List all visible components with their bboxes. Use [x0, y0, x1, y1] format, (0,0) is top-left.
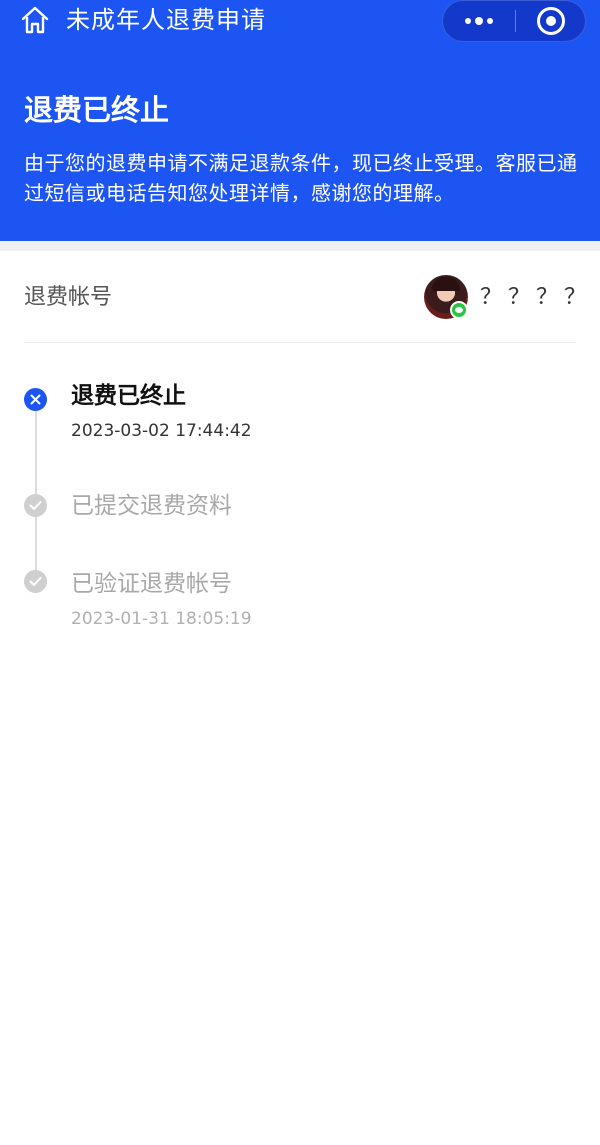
mini-program-capsule — [442, 0, 586, 42]
page-title: 未成年人退费申请 — [66, 6, 266, 34]
timeline-step-title: 退费已终止 — [71, 383, 186, 409]
account-name: ？？？？ — [480, 285, 593, 310]
timeline-step-title: 已提交退费资料 — [71, 493, 232, 519]
status-description: 由于您的退费申请不满足退款条件，现已终止受理。客服已通过短信或电话告知您处理详情… — [24, 151, 578, 205]
section-divider — [0, 241, 600, 251]
home-button[interactable] — [18, 3, 52, 37]
refund-account-row: 退费帐号 ？？？？ — [24, 251, 586, 343]
check-icon — [24, 494, 47, 517]
timeline-step-time: 2023-03-02 17:44:42 — [71, 421, 252, 441]
timeline-connector — [35, 404, 37, 582]
more-dots-icon — [465, 18, 471, 24]
timeline-step-title: 已验证退费帐号 — [71, 571, 232, 597]
more-button[interactable] — [443, 1, 515, 41]
navigation-bar: 未成年人退费申请 — [0, 0, 600, 42]
timeline-step-time: 2023-01-31 18:05:19 — [71, 609, 252, 629]
close-target-icon[interactable] — [537, 7, 565, 35]
wechat-icon — [450, 301, 468, 319]
account-label: 退费帐号 — [24, 285, 113, 310]
check-icon — [24, 570, 47, 593]
x-icon — [24, 388, 47, 411]
status-title: 退费已终止 — [24, 93, 170, 127]
home-icon — [21, 6, 49, 34]
capsule-divider — [515, 10, 516, 32]
